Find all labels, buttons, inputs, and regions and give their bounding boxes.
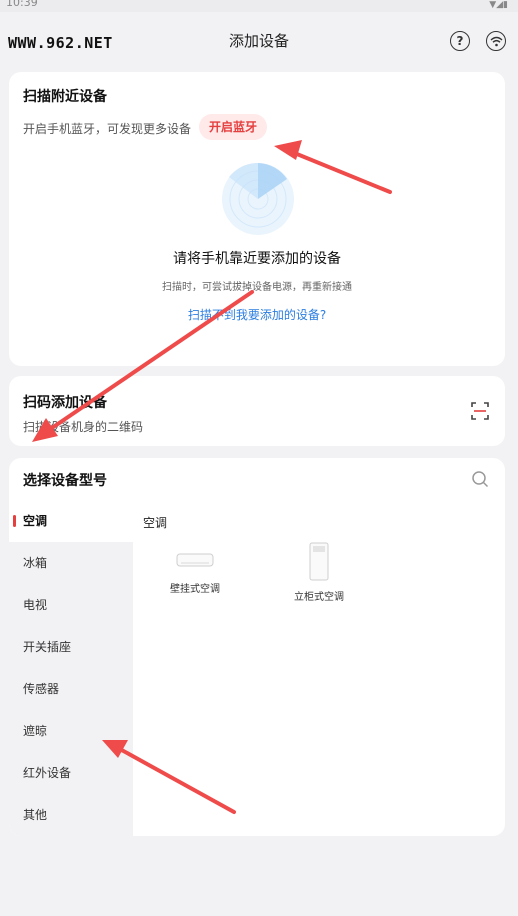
- category-label: 冰箱: [23, 556, 48, 570]
- category-item-switch-socket[interactable]: 开关插座: [9, 626, 133, 668]
- enable-bluetooth-button[interactable]: 开启蓝牙: [199, 114, 268, 140]
- bluetooth-hint: 开启手机蓝牙，可发现更多设备: [23, 122, 192, 136]
- category-heading: 空调: [143, 516, 168, 530]
- wifi-icon[interactable]: [486, 31, 506, 51]
- category-sidebar: 空调 冰箱 电视 开关插座 传感器 遮晾 红外设备 其他: [9, 500, 133, 836]
- scan-qr-title: 扫码添加设备: [23, 395, 107, 411]
- scan-icon[interactable]: [471, 402, 489, 420]
- scan-qr-subtitle: 扫描设备机身的二维码: [23, 420, 144, 434]
- floor-aircon-icon: [309, 542, 329, 581]
- scan-instruction: 请将手机靠近要添加的设备: [173, 251, 341, 267]
- category-item-sensor[interactable]: 传感器: [9, 668, 133, 710]
- category-item-other[interactable]: 其他: [9, 794, 133, 836]
- select-model-title: 选择设备型号: [23, 473, 107, 489]
- device-name: 立柜式空调: [294, 592, 344, 603]
- category-label: 红外设备: [23, 766, 72, 780]
- category-label: 遮晾: [23, 724, 48, 738]
- help-icon[interactable]: ?: [450, 31, 470, 51]
- category-label: 其他: [23, 808, 48, 822]
- device-wall-aircon[interactable]: 壁挂式空调: [155, 550, 235, 595]
- category-label: 空调: [23, 514, 48, 528]
- category-label: 传感器: [23, 682, 60, 696]
- wall-aircon-icon: [176, 553, 214, 567]
- category-item-aircon[interactable]: 空调: [9, 500, 133, 542]
- scan-qr-card[interactable]: 扫码添加设备 扫描设备机身的二维码: [9, 376, 505, 446]
- scan-nearby-title: 扫描附近设备: [23, 89, 107, 105]
- category-label: 电视: [23, 598, 48, 612]
- category-label: 开关插座: [23, 640, 72, 654]
- category-item-tv[interactable]: 电视: [9, 584, 133, 626]
- category-item-awning[interactable]: 遮晾: [9, 710, 133, 752]
- category-item-fridge[interactable]: 冰箱: [9, 542, 133, 584]
- status-time: 10:39: [6, 0, 38, 9]
- signal-icon: ▼◢▮: [489, 0, 508, 10]
- device-floor-aircon[interactable]: 立柜式空调: [279, 542, 359, 603]
- category-item-infrared[interactable]: 红外设备: [9, 752, 133, 794]
- scan-tip: 扫描时，可尝试拔掉设备电源，再重新接通: [162, 282, 352, 293]
- cannot-find-device-link[interactable]: 扫描不到我要添加的设备?: [9, 306, 505, 323]
- scan-nearby-card: 扫描附近设备 开启手机蓝牙，可发现更多设备 开启蓝牙 请将手机靠近要添加的设备 …: [9, 72, 505, 366]
- select-model-card: 选择设备型号 空调 冰箱 电视 开关插座 传感器 遮晾 红外设备 其他 空调 壁…: [9, 458, 505, 836]
- device-name: 壁挂式空调: [170, 584, 220, 595]
- search-icon[interactable]: [471, 470, 489, 488]
- top-bar: WWW.962.NET 添加设备 ?: [0, 22, 518, 62]
- page-title: 添加设备: [228, 32, 289, 50]
- active-indicator: [13, 515, 16, 527]
- status-bar: 10:39 ▼◢▮: [0, 0, 518, 12]
- radar-icon: [222, 162, 294, 235]
